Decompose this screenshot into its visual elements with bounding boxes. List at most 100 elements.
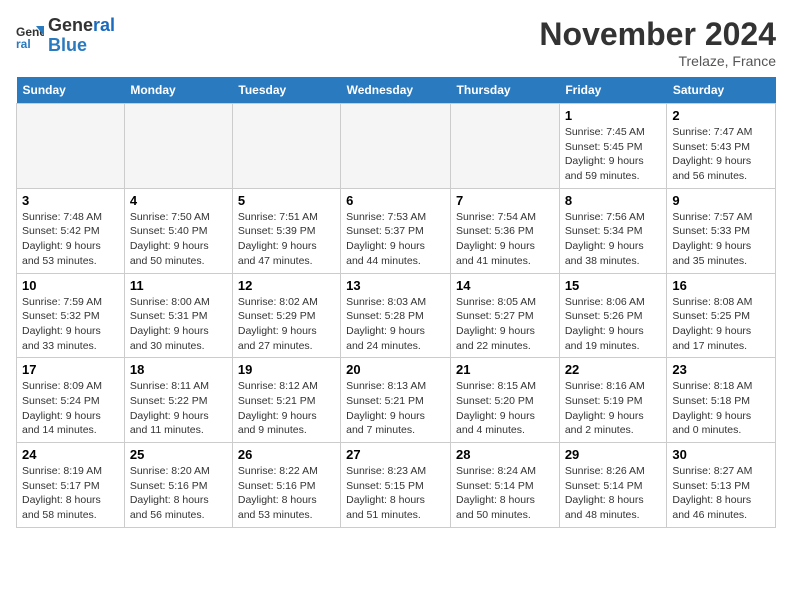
- calendar-cell: 20 Sunrise: 8:13 AM Sunset: 5:21 PM Dayli…: [341, 358, 451, 443]
- day-info: Sunrise: 7:47 AM Sunset: 5:43 PM Dayligh…: [672, 125, 770, 184]
- calendar-cell: [341, 104, 451, 189]
- calendar-cell: [17, 104, 125, 189]
- day-info: Sunrise: 8:19 AM Sunset: 5:17 PM Dayligh…: [22, 464, 119, 523]
- page-header: Gene ral General Blue November 2024 Trel…: [16, 16, 776, 69]
- header-thursday: Thursday: [451, 77, 560, 104]
- day-number: 6: [346, 193, 445, 208]
- week-row-1: 3 Sunrise: 7:48 AM Sunset: 5:42 PM Daylig…: [17, 188, 776, 273]
- day-info: Sunrise: 7:50 AM Sunset: 5:40 PM Dayligh…: [130, 210, 227, 269]
- header-wednesday: Wednesday: [341, 77, 451, 104]
- calendar-cell: 13Sunrise: 8:03 AM Sunset: 5:28 PM Dayli…: [341, 273, 451, 358]
- day-number: 26: [238, 447, 335, 462]
- day-number: 21: [456, 362, 554, 377]
- day-info: Sunrise: 8:02 AM Sunset: 5:29 PM Dayligh…: [238, 295, 335, 354]
- day-info: Sunrise: 7:56 AM Sunset: 5:34 PM Dayligh…: [565, 210, 662, 269]
- location: Trelaze, France: [539, 53, 776, 69]
- calendar-cell: 23 Sunrise: 8:18 AM Sunset: 5:18 PM Dayli…: [667, 358, 776, 443]
- week-row-0: 1Sunrise: 7:45 AM Sunset: 5:45 PM Daylig…: [17, 104, 776, 189]
- title-block: November 2024 Trelaze, France: [539, 16, 776, 69]
- calendar-cell: 11 Sunrise: 8:00 AM Sunset: 5:31 PM Dayli…: [124, 273, 232, 358]
- calendar-cell: 24Sunrise: 8:19 AM Sunset: 5:17 PM Dayli…: [17, 443, 125, 528]
- calendar-cell: 12Sunrise: 8:02 AM Sunset: 5:29 PM Dayli…: [232, 273, 340, 358]
- day-info: Sunrise: 7:54 AM Sunset: 5:36 PM Dayligh…: [456, 210, 554, 269]
- calendar-cell: 3 Sunrise: 7:48 AM Sunset: 5:42 PM Daylig…: [17, 188, 125, 273]
- logo-text: General Blue: [48, 16, 115, 56]
- day-info: Sunrise: 7:51 AM Sunset: 5:39 PM Dayligh…: [238, 210, 335, 269]
- calendar-header-row: SundayMondayTuesdayWednesdayThursdayFrid…: [17, 77, 776, 104]
- day-number: 1: [565, 108, 662, 123]
- day-number: 9: [672, 193, 770, 208]
- day-info: Sunrise: 8:05 AM Sunset: 5:27 PM Dayligh…: [456, 295, 554, 354]
- week-row-2: 10 Sunrise: 7:59 AM Sunset: 5:32 PM Dayli…: [17, 273, 776, 358]
- day-info: Sunrise: 8:16 AM Sunset: 5:19 PM Dayligh…: [565, 379, 662, 438]
- day-info: Sunrise: 8:13 AM Sunset: 5:21 PM Dayligh…: [346, 379, 445, 438]
- month-title: November 2024: [539, 16, 776, 53]
- day-number: 18: [130, 362, 227, 377]
- day-number: 23: [672, 362, 770, 377]
- day-info: Sunrise: 8:26 AM Sunset: 5:14 PM Dayligh…: [565, 464, 662, 523]
- header-monday: Monday: [124, 77, 232, 104]
- day-info: Sunrise: 7:57 AM Sunset: 5:33 PM Dayligh…: [672, 210, 770, 269]
- day-number: 22: [565, 362, 662, 377]
- day-info: Sunrise: 7:59 AM Sunset: 5:32 PM Dayligh…: [22, 295, 119, 354]
- day-info: Sunrise: 8:08 AM Sunset: 5:25 PM Dayligh…: [672, 295, 770, 354]
- calendar-cell: 22 Sunrise: 8:16 AM Sunset: 5:19 PM Dayli…: [559, 358, 667, 443]
- day-info: Sunrise: 8:27 AM Sunset: 5:13 PM Dayligh…: [672, 464, 770, 523]
- day-number: 7: [456, 193, 554, 208]
- day-number: 4: [130, 193, 227, 208]
- day-info: Sunrise: 8:18 AM Sunset: 5:18 PM Dayligh…: [672, 379, 770, 438]
- day-number: 16: [672, 278, 770, 293]
- day-info: Sunrise: 8:15 AM Sunset: 5:20 PM Dayligh…: [456, 379, 554, 438]
- calendar-cell: 30 Sunrise: 8:27 AM Sunset: 5:13 PM Dayli…: [667, 443, 776, 528]
- day-info: Sunrise: 7:48 AM Sunset: 5:42 PM Dayligh…: [22, 210, 119, 269]
- calendar-table: SundayMondayTuesdayWednesdayThursdayFrid…: [16, 77, 776, 528]
- day-number: 15: [565, 278, 662, 293]
- day-number: 3: [22, 193, 119, 208]
- calendar-cell: 16 Sunrise: 8:08 AM Sunset: 5:25 PM Dayli…: [667, 273, 776, 358]
- day-number: 30: [672, 447, 770, 462]
- day-number: 10: [22, 278, 119, 293]
- calendar-cell: [451, 104, 560, 189]
- logo-icon: Gene ral: [16, 22, 44, 50]
- calendar-cell: 25Sunrise: 8:20 AM Sunset: 5:16 PM Dayli…: [124, 443, 232, 528]
- day-info: Sunrise: 8:11 AM Sunset: 5:22 PM Dayligh…: [130, 379, 227, 438]
- calendar-cell: 10 Sunrise: 7:59 AM Sunset: 5:32 PM Dayli…: [17, 273, 125, 358]
- calendar-cell: 29 Sunrise: 8:26 AM Sunset: 5:14 PM Dayli…: [559, 443, 667, 528]
- day-info: Sunrise: 8:24 AM Sunset: 5:14 PM Dayligh…: [456, 464, 554, 523]
- calendar-cell: 7 Sunrise: 7:54 AM Sunset: 5:36 PM Daylig…: [451, 188, 560, 273]
- day-info: Sunrise: 8:00 AM Sunset: 5:31 PM Dayligh…: [130, 295, 227, 354]
- day-info: Sunrise: 8:06 AM Sunset: 5:26 PM Dayligh…: [565, 295, 662, 354]
- calendar-cell: 28Sunrise: 8:24 AM Sunset: 5:14 PM Dayli…: [451, 443, 560, 528]
- day-number: 8: [565, 193, 662, 208]
- day-info: Sunrise: 8:12 AM Sunset: 5:21 PM Dayligh…: [238, 379, 335, 438]
- day-number: 29: [565, 447, 662, 462]
- day-number: 5: [238, 193, 335, 208]
- week-row-3: 17Sunrise: 8:09 AM Sunset: 5:24 PM Dayli…: [17, 358, 776, 443]
- day-number: 11: [130, 278, 227, 293]
- calendar-cell: 27 Sunrise: 8:23 AM Sunset: 5:15 PM Dayli…: [341, 443, 451, 528]
- header-friday: Friday: [559, 77, 667, 104]
- svg-text:ral: ral: [16, 37, 31, 50]
- day-number: 20: [346, 362, 445, 377]
- day-number: 17: [22, 362, 119, 377]
- calendar-cell: 4 Sunrise: 7:50 AM Sunset: 5:40 PM Daylig…: [124, 188, 232, 273]
- calendar-cell: 18 Sunrise: 8:11 AM Sunset: 5:22 PM Dayli…: [124, 358, 232, 443]
- calendar-cell: 26 Sunrise: 8:22 AM Sunset: 5:16 PM Dayli…: [232, 443, 340, 528]
- header-tuesday: Tuesday: [232, 77, 340, 104]
- calendar-cell: 1Sunrise: 7:45 AM Sunset: 5:45 PM Daylig…: [559, 104, 667, 189]
- calendar-cell: 9 Sunrise: 7:57 AM Sunset: 5:33 PM Daylig…: [667, 188, 776, 273]
- week-row-4: 24Sunrise: 8:19 AM Sunset: 5:17 PM Dayli…: [17, 443, 776, 528]
- calendar-cell: 5 Sunrise: 7:51 AM Sunset: 5:39 PM Daylig…: [232, 188, 340, 273]
- day-number: 14: [456, 278, 554, 293]
- day-number: 27: [346, 447, 445, 462]
- calendar-cell: 14 Sunrise: 8:05 AM Sunset: 5:27 PM Dayli…: [451, 273, 560, 358]
- calendar-cell: 15 Sunrise: 8:06 AM Sunset: 5:26 PM Dayli…: [559, 273, 667, 358]
- day-info: Sunrise: 8:22 AM Sunset: 5:16 PM Dayligh…: [238, 464, 335, 523]
- day-info: Sunrise: 8:23 AM Sunset: 5:15 PM Dayligh…: [346, 464, 445, 523]
- header-sunday: Sunday: [17, 77, 125, 104]
- calendar-cell: 19 Sunrise: 8:12 AM Sunset: 5:21 PM Dayli…: [232, 358, 340, 443]
- calendar-cell: [124, 104, 232, 189]
- day-number: 13: [346, 278, 445, 293]
- day-number: 19: [238, 362, 335, 377]
- header-saturday: Saturday: [667, 77, 776, 104]
